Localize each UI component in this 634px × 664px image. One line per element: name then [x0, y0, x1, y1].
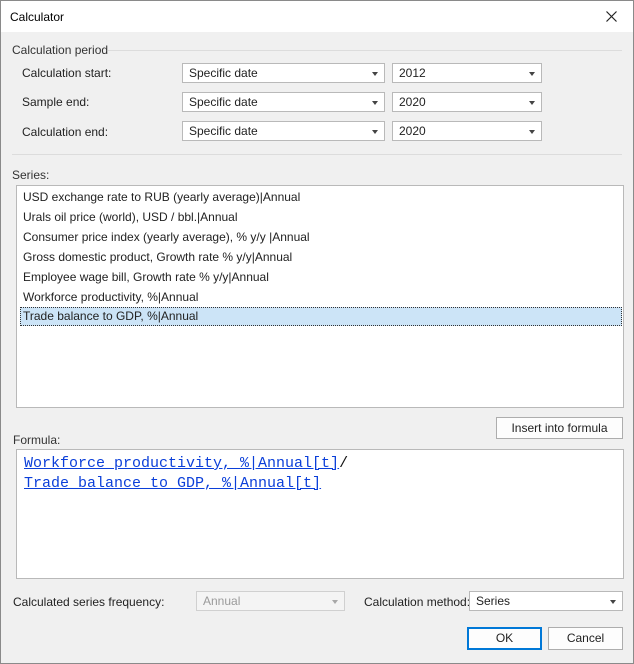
- chevron-down-icon: [529, 130, 535, 134]
- sample-end-label: Sample end:: [22, 95, 90, 109]
- chevron-down-icon: [372, 130, 378, 134]
- list-item[interactable]: Workforce productivity, %|Annual: [20, 288, 622, 307]
- formula-line-1: Workforce productivity, %|Annual[t]/: [24, 455, 348, 472]
- calculation-end-year-select[interactable]: 2020: [392, 121, 542, 141]
- ok-button[interactable]: OK: [467, 627, 542, 650]
- sample-end-mode-value: Specific date: [189, 95, 258, 109]
- list-item[interactable]: Gross domestic product, Growth rate % y/…: [20, 248, 622, 267]
- calculation-method-value: Series: [476, 594, 511, 608]
- frequency-select: Annual: [196, 591, 345, 611]
- calculation-start-label: Calculation start:: [22, 66, 112, 80]
- list-item[interactable]: USD exchange rate to RUB (yearly average…: [20, 188, 622, 207]
- title-bar: Calculator: [1, 1, 633, 32]
- frequency-label: Calculated series frequency:: [13, 595, 165, 609]
- list-item[interactable]: Urals oil price (world), USD / bbl.|Annu…: [20, 208, 622, 227]
- close-icon: [605, 11, 617, 22]
- window-title: Calculator: [10, 10, 65, 24]
- chevron-down-icon: [529, 101, 535, 105]
- calculation-start-mode-select[interactable]: Specific date: [182, 63, 385, 83]
- chevron-down-icon: [610, 600, 616, 604]
- sample-end-mode-select[interactable]: Specific date: [182, 92, 385, 112]
- chevron-down-icon: [529, 72, 535, 76]
- series-label: Series:: [12, 168, 50, 182]
- calculation-end-label: Calculation end:: [22, 125, 109, 139]
- series-separator: [12, 154, 622, 155]
- formula-line-2: Trade balance to GDP, %|Annual[t]: [24, 475, 321, 492]
- frequency-value: Annual: [203, 594, 241, 608]
- formula-series-link[interactable]: Workforce productivity, %|Annual[t]: [24, 455, 339, 472]
- sample-end-year-value: 2020: [399, 95, 426, 109]
- calculation-method-label: Calculation method:: [364, 595, 471, 609]
- list-item[interactable]: Employee wage bill, Growth rate % y/y|An…: [20, 268, 622, 287]
- series-list[interactable]: USD exchange rate to RUB (yearly average…: [16, 185, 624, 408]
- sample-end-year-select[interactable]: 2020: [392, 92, 542, 112]
- chevron-down-icon: [372, 72, 378, 76]
- calculation-end-mode-value: Specific date: [189, 124, 258, 138]
- calculation-start-year-select[interactable]: 2012: [392, 63, 542, 83]
- period-separator: [108, 50, 622, 51]
- calculation-start-year-value: 2012: [399, 66, 426, 80]
- calculation-start-mode-value: Specific date: [189, 66, 258, 80]
- calculator-dialog: Calculator Calculation period Calculatio…: [0, 0, 634, 664]
- formula-label: Formula:: [13, 433, 61, 447]
- insert-into-formula-button[interactable]: Insert into formula: [496, 417, 623, 439]
- calculation-method-select[interactable]: Series: [469, 591, 623, 611]
- close-button[interactable]: [589, 1, 633, 32]
- calculation-end-mode-select[interactable]: Specific date: [182, 121, 385, 141]
- formula-editor[interactable]: Workforce productivity, %|Annual[t]/ Tra…: [16, 449, 624, 579]
- formula-operator: /: [339, 455, 349, 472]
- cancel-button[interactable]: Cancel: [548, 627, 623, 650]
- list-item-selected[interactable]: Trade balance to GDP, %|Annual: [20, 307, 622, 326]
- chevron-down-icon: [332, 600, 338, 604]
- chevron-down-icon: [372, 101, 378, 105]
- formula-series-link[interactable]: Trade balance to GDP, %|Annual[t]: [24, 475, 321, 492]
- calculation-end-year-value: 2020: [399, 124, 426, 138]
- list-item[interactable]: Consumer price index (yearly average), %…: [20, 228, 622, 247]
- calculation-period-label: Calculation period: [12, 43, 109, 57]
